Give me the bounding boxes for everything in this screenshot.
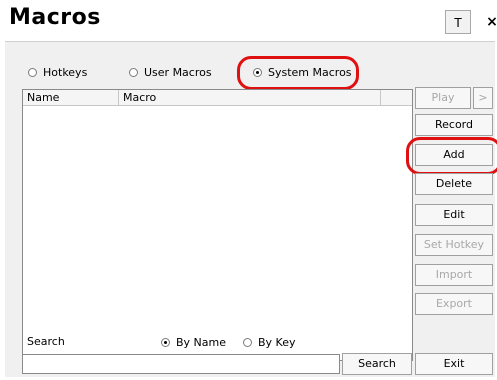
radio-user-macros-label: User Macros xyxy=(144,66,212,79)
search-label: Search xyxy=(27,335,65,348)
export-button[interactable]: Export xyxy=(415,293,493,315)
close-button[interactable]: × xyxy=(481,10,497,34)
radio-user-macros[interactable]: User Macros xyxy=(129,66,212,79)
edit-button[interactable]: Edit xyxy=(415,204,493,226)
radio-system-macros-label: System Macros xyxy=(268,66,352,79)
radio-system-macros[interactable]: System Macros xyxy=(253,66,352,79)
macros-dialog: Hotkeys User Macros System Macros Name M… xyxy=(5,41,497,377)
radio-by-key-indicator[interactable] xyxy=(243,338,252,347)
title-bar: Macros T × xyxy=(0,0,497,40)
radio-hotkeys-indicator[interactable] xyxy=(28,68,37,77)
radio-hotkeys[interactable]: Hotkeys xyxy=(28,66,87,79)
radio-by-name-label: By Name xyxy=(176,336,227,349)
radio-by-key[interactable]: By Key xyxy=(243,336,296,349)
delete-button[interactable]: Delete xyxy=(415,173,493,195)
column-macro[interactable]: Macro xyxy=(119,90,381,105)
column-name[interactable]: Name xyxy=(23,90,119,105)
exit-button[interactable]: Exit xyxy=(415,353,493,375)
pin-button[interactable]: T xyxy=(445,10,471,34)
window-title: Macros xyxy=(9,5,101,30)
radio-by-key-label: By Key xyxy=(258,336,296,349)
radio-by-name[interactable]: By Name xyxy=(161,336,226,349)
list-header: Name Macro xyxy=(23,90,412,106)
play-button[interactable]: Play xyxy=(415,87,471,109)
radio-user-macros-indicator[interactable] xyxy=(129,68,138,77)
search-input[interactable] xyxy=(22,354,340,374)
radio-by-name-indicator[interactable] xyxy=(161,338,170,347)
set-hotkey-button[interactable]: Set Hotkey xyxy=(415,234,493,256)
add-button[interactable]: Add xyxy=(415,144,493,166)
import-button[interactable]: Import xyxy=(415,264,493,286)
macro-list[interactable]: Name Macro xyxy=(22,89,413,361)
record-button[interactable]: Record xyxy=(415,114,493,136)
column-extra[interactable] xyxy=(381,90,412,105)
play-more-button[interactable]: > xyxy=(473,87,493,109)
radio-system-macros-indicator[interactable] xyxy=(253,68,262,77)
search-button[interactable]: Search xyxy=(342,353,412,375)
radio-hotkeys-label: Hotkeys xyxy=(43,66,88,79)
